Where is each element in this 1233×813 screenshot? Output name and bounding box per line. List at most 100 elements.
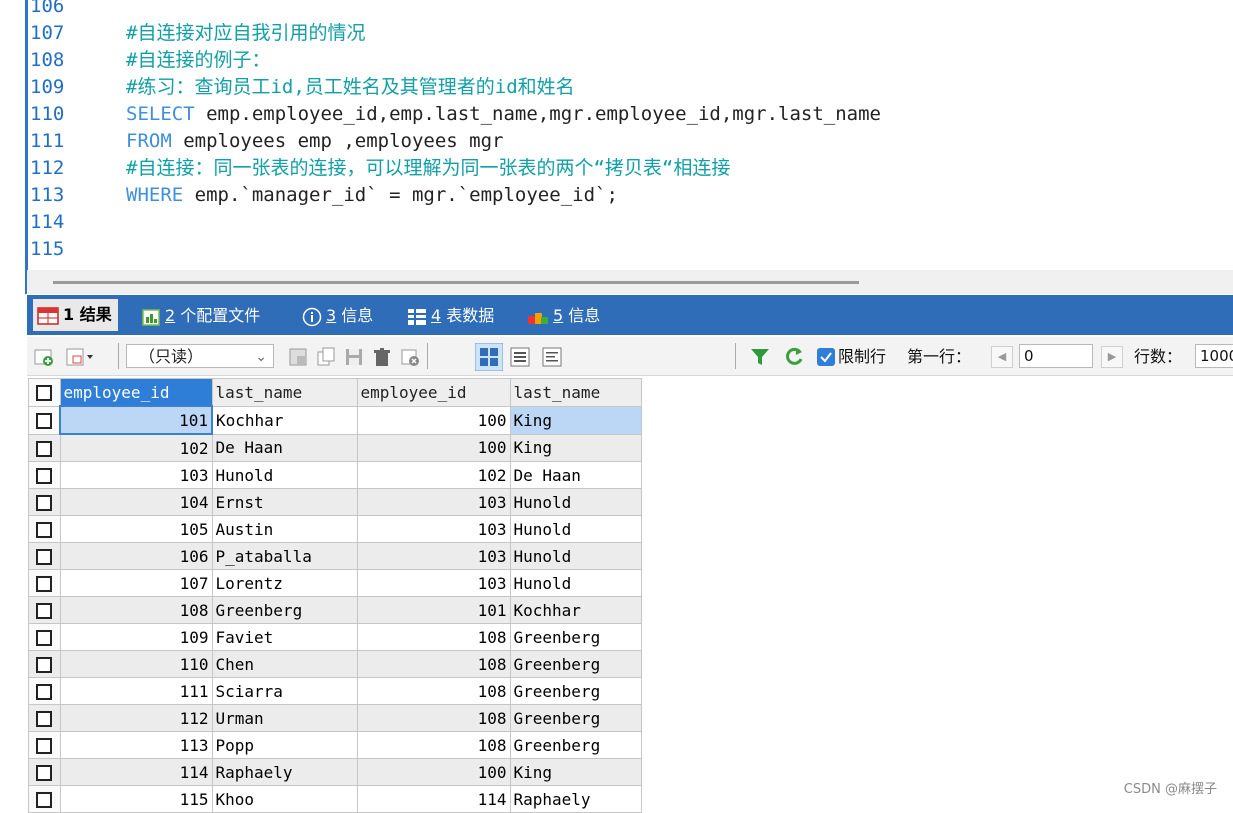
table-cell[interactable]: 114: [59, 758, 213, 786]
column-header[interactable]: employee_id: [59, 378, 213, 407]
table-cell[interactable]: 102: [356, 461, 511, 489]
table-cell[interactable]: 103: [356, 542, 511, 570]
table-row[interactable]: 106 P_ataballa 103 Hunold: [28, 542, 642, 570]
row-checkbox[interactable]: [28, 758, 61, 786]
form-view-icon[interactable]: [509, 346, 531, 368]
table-cell[interactable]: 100: [356, 405, 511, 435]
table-cell[interactable]: 103: [59, 461, 213, 489]
table-cell[interactable]: Kochhar: [211, 405, 358, 435]
table-row[interactable]: 109 Faviet 108 Greenberg: [28, 623, 642, 651]
row-checkbox[interactable]: [28, 704, 61, 732]
table-cell[interactable]: Khoo: [211, 785, 358, 813]
table-cell[interactable]: 108: [356, 731, 511, 759]
table-cell[interactable]: 109: [59, 623, 213, 651]
table-cell[interactable]: 112: [59, 704, 213, 732]
row-checkbox[interactable]: [28, 731, 61, 759]
tab-info-2[interactable]: 5 信息: [527, 301, 600, 331]
table-cell[interactable]: 101: [59, 405, 213, 435]
column-header[interactable]: last_name: [211, 378, 358, 407]
table-row[interactable]: 103 Hunold 102 De Haan: [28, 461, 642, 489]
row-checkbox[interactable]: [28, 623, 61, 651]
column-header[interactable]: employee_id: [356, 378, 511, 407]
table-cell[interactable]: 113: [59, 731, 213, 759]
table-cell[interactable]: De Haan: [211, 433, 358, 462]
table-cell[interactable]: Hunold: [509, 542, 642, 570]
table-cell[interactable]: Greenberg: [509, 704, 642, 732]
table-cell[interactable]: 104: [59, 488, 213, 516]
table-cell[interactable]: 111: [59, 677, 213, 705]
prev-page-button[interactable]: ◀: [991, 346, 1013, 368]
table-row[interactable]: 101 Kochhar 100 King: [28, 405, 642, 435]
select-all-checkbox[interactable]: [28, 378, 61, 407]
tab-info[interactable]: 3 信息: [302, 301, 373, 331]
table-cell[interactable]: King: [509, 758, 642, 786]
table-row[interactable]: 108 Greenberg 101 Kochhar: [28, 596, 642, 624]
table-cell[interactable]: 100: [356, 758, 511, 786]
table-row[interactable]: 111 Sciarra 108 Greenberg: [28, 677, 642, 705]
table-cell[interactable]: 110: [59, 650, 213, 678]
table-cell[interactable]: Kochhar: [509, 596, 642, 624]
table-cell[interactable]: Austin: [211, 515, 358, 543]
editor-horizontal-scrollbar[interactable]: [27, 270, 1233, 294]
readonly-select[interactable]: （只读） ⌄: [126, 344, 274, 368]
table-cell[interactable]: Raphaely: [211, 758, 358, 786]
save-row-icon[interactable]: [287, 346, 309, 368]
table-row[interactable]: 107 Lorentz 103 Hunold: [28, 569, 642, 597]
save-icon[interactable]: [343, 346, 365, 368]
table-row[interactable]: 104 Ernst 103 Hunold: [28, 488, 642, 516]
column-header[interactable]: last_name: [509, 378, 642, 407]
table-row[interactable]: 110 Chen 108 Greenberg: [28, 650, 642, 678]
text-view-icon[interactable]: [541, 346, 563, 368]
row-checkbox[interactable]: [28, 677, 61, 705]
table-cell[interactable]: 107: [59, 569, 213, 597]
tab-result[interactable]: 1 结果: [33, 299, 118, 331]
delete-icon[interactable]: [371, 346, 393, 368]
table-cell[interactable]: Greenberg: [509, 731, 642, 759]
table-cell[interactable]: 103: [356, 515, 511, 543]
table-cell[interactable]: Chen: [211, 650, 358, 678]
table-cell[interactable]: Sciarra: [211, 677, 358, 705]
copy-row-icon[interactable]: [315, 346, 337, 368]
row-checkbox[interactable]: [28, 461, 61, 489]
table-cell[interactable]: Hunold: [509, 488, 642, 516]
table-cell[interactable]: Ernst: [211, 488, 358, 516]
row-checkbox[interactable]: [28, 433, 61, 462]
table-cell[interactable]: King: [509, 405, 642, 435]
table-row[interactable]: 105 Austin 103 Hunold: [28, 515, 642, 543]
table-cell[interactable]: 102: [59, 433, 213, 462]
refresh-icon[interactable]: [783, 346, 805, 368]
tab-table-data[interactable]: 4 表数据: [407, 301, 494, 331]
row-checkbox[interactable]: [28, 785, 61, 813]
table-cell[interactable]: Faviet: [211, 623, 358, 651]
table-cell[interactable]: Greenberg: [211, 596, 358, 624]
table-cell[interactable]: 101: [356, 596, 511, 624]
tab-profiles[interactable]: 2 个配置文件: [141, 301, 260, 331]
table-cell[interactable]: Hunold: [509, 515, 642, 543]
add-row-icon[interactable]: [33, 346, 55, 368]
scrollbar-thumb[interactable]: [53, 281, 859, 284]
table-cell[interactable]: Hunold: [509, 569, 642, 597]
table-cell[interactable]: Hunold: [211, 461, 358, 489]
table-cell[interactable]: P_ataballa: [211, 542, 358, 570]
limit-rows-checkbox[interactable]: [817, 348, 835, 366]
table-row[interactable]: 113 Popp 108 Greenberg: [28, 731, 642, 759]
row-checkbox[interactable]: [28, 650, 61, 678]
table-cell[interactable]: 106: [59, 542, 213, 570]
table-cell[interactable]: 108: [356, 623, 511, 651]
table-cell[interactable]: Urman: [211, 704, 358, 732]
table-cell[interactable]: 103: [356, 569, 511, 597]
row-checkbox[interactable]: [28, 405, 61, 435]
cancel-changes-icon[interactable]: [399, 346, 421, 368]
table-cell[interactable]: Raphaely: [509, 785, 642, 813]
table-cell[interactable]: De Haan: [509, 461, 642, 489]
table-cell[interactable]: 103: [356, 488, 511, 516]
first-row-input[interactable]: 0: [1019, 344, 1093, 368]
table-cell[interactable]: 114: [356, 785, 511, 813]
table-cell[interactable]: 105: [59, 515, 213, 543]
table-cell[interactable]: 100: [356, 433, 511, 462]
next-page-button[interactable]: ▶: [1101, 346, 1123, 368]
row-count-input[interactable]: 1000: [1195, 344, 1233, 368]
table-cell[interactable]: 108: [59, 596, 213, 624]
table-row[interactable]: 114 Raphaely 100 King: [28, 758, 642, 786]
table-cell[interactable]: King: [509, 433, 642, 462]
